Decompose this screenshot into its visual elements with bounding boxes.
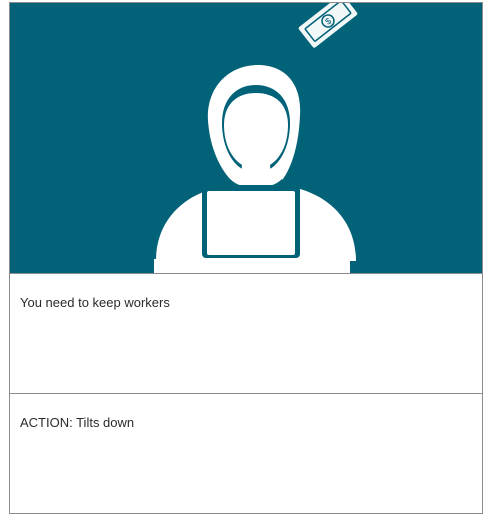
action-text: ACTION: Tilts down xyxy=(20,415,135,430)
dialogue-text: You need to keep workers xyxy=(20,295,170,310)
panel-divider xyxy=(10,273,482,274)
scene-illustration: $ xyxy=(10,3,482,273)
scene-svg: $ xyxy=(10,3,482,273)
panel-divider xyxy=(10,393,482,394)
storyboard-panel: $ You need to keep workers ACTION: Tilts… xyxy=(9,2,483,514)
